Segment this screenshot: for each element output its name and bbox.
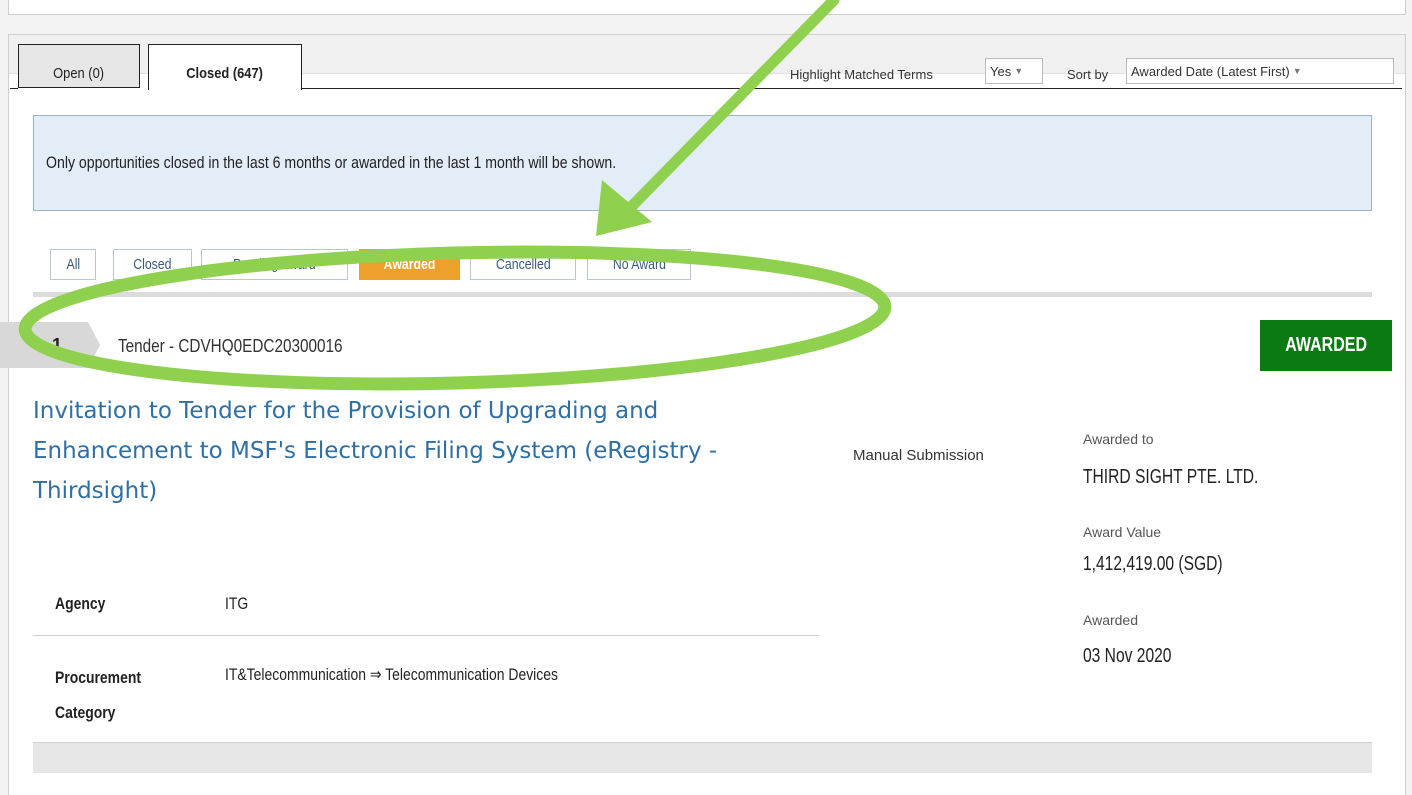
highlight-label: Highlight Matched Terms [790,67,933,82]
next-result-edge [33,742,1372,773]
awarded-date-label: Awarded [1083,612,1139,628]
filter-cancelled[interactable]: Cancelled [470,249,576,280]
sort-select-value: Awarded Date (Latest First) [1131,63,1290,79]
submission-type: Manual Submission [853,447,984,464]
row-divider [33,635,819,636]
awarded-to-value: THIRD SIGHT PTE. LTD. [1083,466,1259,488]
highlight-select[interactable]: Yes ▼ [985,58,1043,84]
award-value-amount: 1,412,419.00 (SGD) [1083,553,1223,575]
filter-divider [33,292,1372,297]
result-index: 1 [0,322,100,368]
tab-open[interactable]: Open (0) [18,44,140,88]
tender-title-link[interactable]: Invitation to Tender for the Provision o… [33,391,823,511]
procurement-category-value: IT&Telecommunication ⇒ Telecommunication… [225,665,558,684]
filter-pending-award[interactable]: Pending Award [201,249,348,280]
agency-value: ITG [225,594,249,613]
sort-select[interactable]: Awarded Date (Latest First) ▼ [1126,58,1394,84]
filter-all[interactable]: All [50,249,96,280]
awarded-to-label: Awarded to [1083,431,1154,447]
highlight-select-value: Yes [990,63,1012,79]
filter-awarded[interactable]: Awarded [359,249,460,280]
tender-reference: Tender - CDVHQ0EDC20300016 [118,336,343,356]
award-value-label: Award Value [1083,524,1162,540]
tabs-divider-left [10,88,18,89]
chevron-down-icon: ▼ [1292,66,1302,76]
chevron-down-icon: ▼ [1014,66,1024,76]
agency-label: Agency [55,594,106,613]
notice-text: Only opportunities closed in the last 6 … [46,153,617,172]
tab-closed[interactable]: Closed (647) [148,44,302,90]
awarded-date-value: 03 Nov 2020 [1083,645,1172,667]
tabs-divider [301,88,1402,89]
status-badge: AWARDED [1260,320,1392,371]
previous-panel-edge [8,0,1406,15]
filter-no-award[interactable]: No Award [587,249,691,280]
info-notice: Only opportunities closed in the last 6 … [33,115,1372,211]
procurement-category-label: Procurement Category [55,668,141,722]
filter-closed[interactable]: Closed [113,249,192,280]
sort-label: Sort by [1067,67,1109,82]
